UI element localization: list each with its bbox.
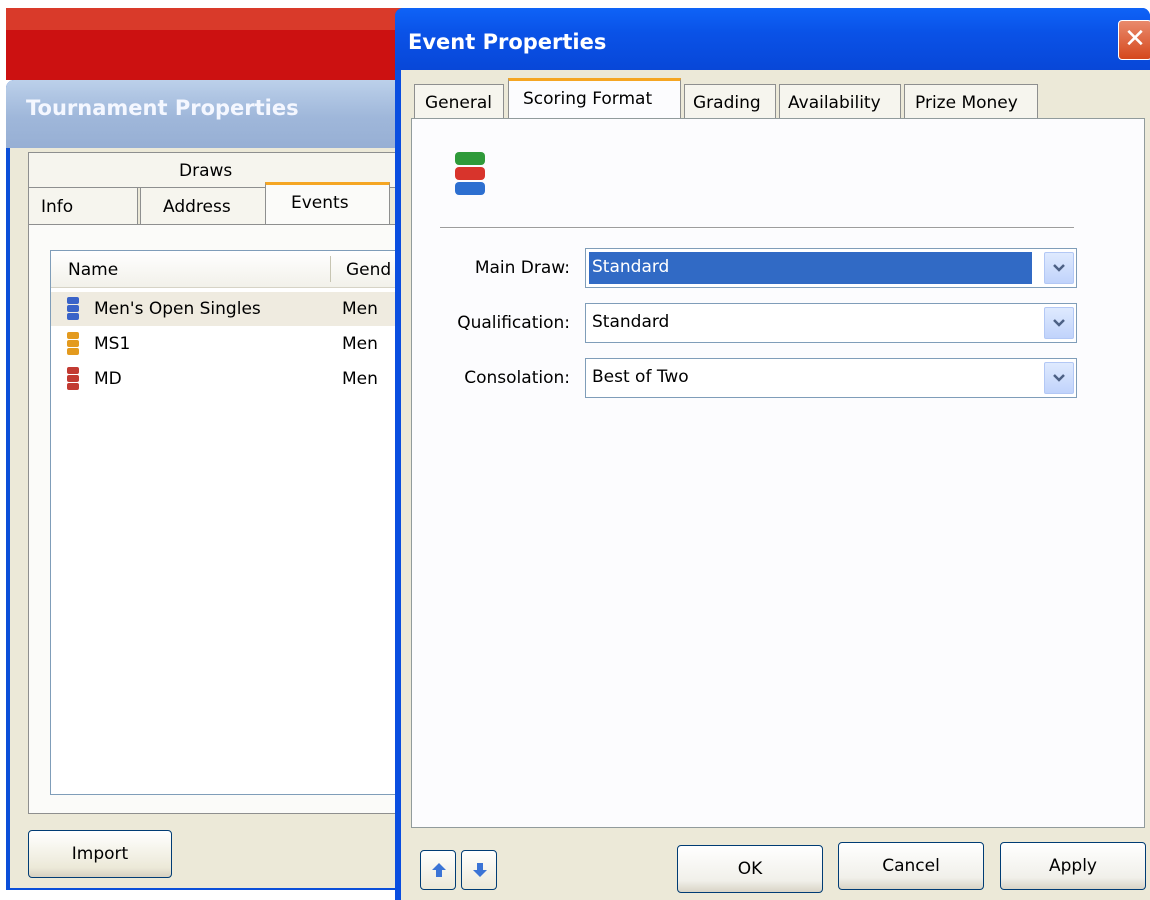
event-blue-icon	[67, 297, 79, 320]
tab-prize-money[interactable]: Prize Money	[904, 84, 1038, 120]
tab-info[interactable]: Info	[28, 187, 138, 225]
tab-grading[interactable]: Grading	[684, 84, 776, 120]
cancel-button[interactable]: Cancel	[838, 842, 984, 890]
background-window-highlight	[6, 8, 406, 30]
move-up-button[interactable]	[420, 850, 456, 890]
event-window-title: Event Properties	[408, 30, 607, 54]
consolation-select[interactable]: Best of Two	[585, 358, 1077, 398]
tab-address-label: Address	[163, 197, 231, 217]
tab-scoring-format[interactable]: Scoring Format	[508, 78, 681, 120]
arrow-down-icon	[473, 863, 487, 877]
table-row[interactable]: MD Men	[51, 363, 398, 395]
column-divider[interactable]	[330, 256, 331, 282]
tab-address[interactable]: Address	[140, 187, 266, 225]
main-draw-label: Main Draw:	[474, 258, 570, 278]
chevron-down-icon	[1053, 319, 1065, 327]
arrow-up-icon	[432, 863, 446, 877]
chevron-down-icon	[1053, 374, 1065, 382]
row-gender: Men	[342, 334, 378, 354]
tab-scoring-format-label: Scoring Format	[523, 89, 653, 109]
tab-general[interactable]: General	[414, 84, 504, 120]
main-draw-select[interactable]: Standard	[585, 248, 1077, 288]
column-header-name[interactable]: Name	[68, 260, 118, 280]
row-name: MD	[94, 369, 122, 389]
row-gender: Men	[342, 299, 378, 319]
tab-general-label: General	[425, 93, 492, 113]
tab-draws-label: Draws	[179, 161, 233, 181]
tab-grading-label: Grading	[693, 93, 761, 113]
consolation-label: Consolation:	[464, 368, 570, 388]
qualification-value: Standard	[592, 312, 670, 332]
tab-events[interactable]: Events	[265, 182, 390, 226]
row-name: Men's Open Singles	[94, 299, 261, 319]
event-stack-icon	[455, 152, 485, 195]
tab-info-label: Info	[41, 197, 74, 217]
tab-prize-money-label: Prize Money	[915, 93, 1018, 113]
separator	[440, 227, 1074, 229]
qualification-select[interactable]: Standard	[585, 303, 1077, 343]
import-button[interactable]: Import	[28, 830, 172, 878]
main-draw-value: Standard	[592, 257, 670, 277]
event-orange-icon	[67, 332, 79, 355]
event-red-icon	[67, 367, 79, 390]
move-down-button[interactable]	[461, 850, 497, 890]
tournament-window-title: Tournament Properties	[26, 96, 299, 120]
apply-button[interactable]: Apply	[1000, 842, 1146, 890]
row-gender: Men	[342, 369, 378, 389]
table-row[interactable]: MS1 Men	[51, 328, 398, 360]
chevron-down-icon	[1053, 264, 1065, 272]
ok-button[interactable]: OK	[677, 845, 823, 893]
main-draw-dropdown-button[interactable]	[1044, 252, 1074, 284]
column-header-gender[interactable]: Gend	[346, 260, 396, 280]
tab-availability-label: Availability	[788, 93, 881, 113]
tab-events-label: Events	[291, 193, 349, 213]
consolation-value: Best of Two	[592, 367, 689, 387]
qualification-dropdown-button[interactable]	[1044, 307, 1074, 339]
tab-availability[interactable]: Availability	[779, 84, 901, 120]
close-icon: ✕	[1124, 24, 1146, 54]
close-button[interactable]: ✕	[1118, 20, 1150, 60]
consolation-dropdown-button[interactable]	[1044, 362, 1074, 394]
qualification-label: Qualification:	[457, 313, 570, 333]
row-name: MS1	[94, 334, 131, 354]
scoring-format-panel	[411, 118, 1145, 828]
table-row[interactable]: Men's Open Singles Men	[51, 293, 398, 325]
